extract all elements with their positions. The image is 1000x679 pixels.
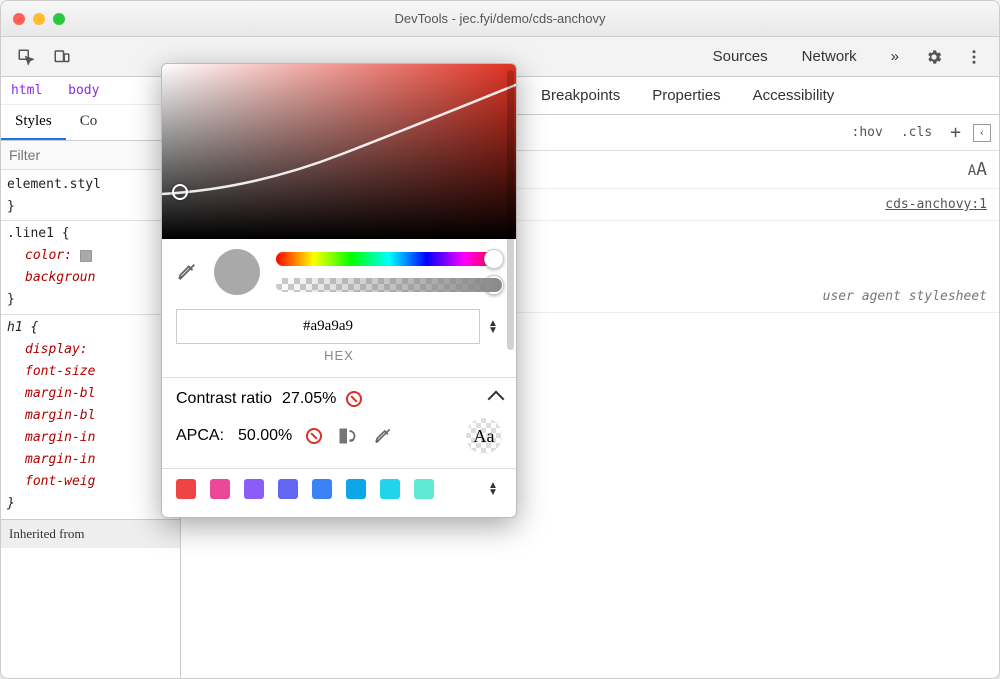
- palette-swatch[interactable]: [346, 479, 366, 499]
- rule-h1[interactable]: h1 {: [7, 317, 174, 339]
- palette-spinner[interactable]: ▲▼: [488, 482, 502, 496]
- text-preview-chip[interactable]: Aa: [466, 418, 502, 454]
- hue-slider[interactable]: [276, 252, 502, 266]
- cls-toggle[interactable]: .cls: [895, 121, 938, 144]
- elements-sidebar: html body Styles Co element.styl } .line…: [1, 77, 181, 679]
- eyedropper-icon[interactable]: [176, 261, 198, 283]
- apca-label: APCA:: [176, 427, 224, 445]
- prop-display[interactable]: display:: [7, 339, 174, 361]
- contrast-label: Contrast ratio: [176, 390, 272, 408]
- prop-margin-inline-1[interactable]: margin-in: [7, 427, 174, 449]
- traffic-lights: [13, 13, 65, 25]
- crumb-body[interactable]: body: [68, 83, 99, 98]
- styles-filter-input[interactable]: [1, 141, 180, 169]
- crumb-html[interactable]: html: [11, 83, 42, 98]
- styles-rules: element.styl } .line1 { color: backgroun…: [1, 170, 180, 519]
- maximize-window-button[interactable]: [53, 13, 65, 25]
- hov-toggle[interactable]: :hov: [846, 121, 889, 144]
- subtab-styles[interactable]: Styles: [1, 105, 66, 140]
- palette-swatch[interactable]: [380, 479, 400, 499]
- alpha-thumb[interactable]: [484, 275, 504, 295]
- ua-stylesheet-label: user agent stylesheet: [823, 289, 987, 304]
- hue-thumb[interactable]: [484, 249, 504, 269]
- palette-swatch[interactable]: [278, 479, 298, 499]
- saturation-lightness-field[interactable]: [162, 64, 516, 239]
- contrast-fail-icon: [346, 391, 362, 407]
- prop-margin-block-1[interactable]: margin-bl: [7, 383, 174, 405]
- prop-margin-block-2[interactable]: margin-bl: [7, 405, 174, 427]
- styles-subtabs: Styles Co: [1, 105, 180, 141]
- chevron-up-icon[interactable]: [488, 391, 505, 408]
- tab-properties[interactable]: Properties: [636, 77, 736, 114]
- hex-input[interactable]: [176, 309, 480, 344]
- settings-gear-icon[interactable]: [919, 42, 949, 72]
- prop-color[interactable]: color:: [7, 245, 174, 267]
- saturation-cursor[interactable]: [172, 184, 188, 200]
- inherited-from-label: Inherited from: [1, 519, 180, 548]
- font-size-icon[interactable]: AA: [968, 163, 987, 179]
- format-spinner[interactable]: ▲▼: [488, 320, 502, 334]
- minimize-window-button[interactable]: [33, 13, 45, 25]
- fix-contrast-icon[interactable]: [336, 425, 358, 447]
- prop-font-weight[interactable]: font-weig: [7, 471, 174, 493]
- bg-eyedropper-icon[interactable]: [372, 425, 394, 447]
- inspect-element-icon[interactable]: [11, 42, 41, 72]
- titlebar: DevTools - jec.fyi/demo/cds-anchovy: [1, 1, 999, 37]
- stylesheet-source-link[interactable]: cds-anchovy:1: [885, 197, 987, 212]
- tab-breakpoints[interactable]: Breakpoints: [525, 77, 636, 114]
- close-window-button[interactable]: [13, 13, 25, 25]
- prop-margin-inline-2[interactable]: margin-in: [7, 449, 174, 471]
- rule-line1[interactable]: .line1 {: [7, 223, 174, 245]
- prop-font-size[interactable]: font-size: [7, 361, 174, 383]
- contrast-ratio-row[interactable]: Contrast ratio 27.05%: [176, 378, 502, 412]
- color-swatch-icon[interactable]: [80, 250, 92, 262]
- palette-swatch[interactable]: [176, 479, 196, 499]
- sidebar-toggle-icon[interactable]: [973, 124, 991, 142]
- devtools-window: DevTools - jec.fyi/demo/cds-anchovy Sour…: [0, 0, 1000, 679]
- palette-row: ▲▼: [162, 468, 516, 507]
- palette-swatch[interactable]: [210, 479, 230, 499]
- color-format-label: HEX: [176, 348, 502, 363]
- prop-background[interactable]: backgroun: [7, 267, 174, 289]
- kebab-menu-icon[interactable]: [959, 42, 989, 72]
- alpha-slider[interactable]: [276, 278, 502, 292]
- tab-network[interactable]: Network: [788, 40, 871, 73]
- apca-row: APCA: 50.00% Aa: [176, 412, 502, 464]
- device-toolbar-icon[interactable]: [47, 42, 77, 72]
- apca-value: 50.00%: [238, 427, 292, 445]
- current-color-swatch: [214, 249, 260, 295]
- apca-fail-icon: [306, 428, 322, 444]
- subtab-computed-partial[interactable]: Co: [66, 105, 112, 140]
- new-rule-button[interactable]: +: [944, 118, 967, 147]
- contrast-value: 27.05%: [282, 390, 336, 408]
- rule-element-style[interactable]: element.styl: [7, 174, 174, 196]
- tab-accessibility[interactable]: Accessibility: [737, 77, 851, 114]
- tabs-overflow[interactable]: »: [877, 40, 913, 73]
- palette-swatch[interactable]: [244, 479, 264, 499]
- breadcrumb[interactable]: html body: [1, 77, 180, 105]
- palette-swatch[interactable]: [312, 479, 332, 499]
- picker-scrollbar[interactable]: [507, 70, 514, 350]
- color-picker-popover: ▲▼ HEX Contrast ratio 27.05% APCA: 50.00…: [161, 63, 517, 518]
- palette-swatch[interactable]: [414, 479, 434, 499]
- tab-sources[interactable]: Sources: [699, 40, 782, 73]
- window-title: DevTools - jec.fyi/demo/cds-anchovy: [1, 11, 999, 26]
